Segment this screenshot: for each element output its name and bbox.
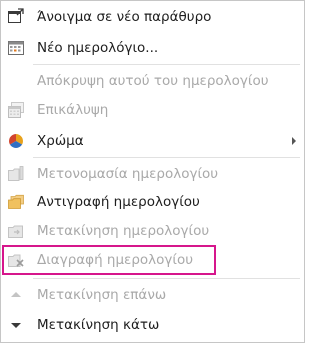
menu-item-label: Μετονομασία ημερολογίου — [37, 166, 219, 182]
menu-item-label: Μετακίνηση επάνω — [37, 287, 167, 303]
menu-item-label: Απόκρυψη αυτού του ημερολογίου — [37, 73, 269, 89]
color-pie-icon — [7, 132, 25, 150]
menu-item-label: Χρώμα — [37, 133, 84, 149]
menu-separator — [33, 64, 300, 65]
menu-separator — [33, 278, 300, 279]
submenu-arrow-icon — [292, 137, 296, 145]
menu-item-label: Αντιγραφή ημερολογίου — [37, 194, 200, 210]
highlight-box — [2, 245, 216, 275]
menu-item-label: Μετακίνηση κάτω — [37, 317, 160, 333]
copy-folder-icon — [7, 193, 25, 211]
menu-item-hide-calendar: Απόκρυψη αυτού του ημερολογίου — [1, 68, 304, 94]
menu-item-label: Νέο ημερολόγιο... — [37, 40, 159, 56]
new-window-icon — [7, 8, 25, 26]
overlay-icon — [7, 101, 25, 119]
calendar-context-menu: Άνοιγμα σε νέο παράθυρο Νέο ημερολόγιο..… — [0, 0, 305, 343]
menu-item-label: Επικάλυψη — [37, 102, 109, 118]
menu-item-label: Μετακίνηση ημερολογίου — [37, 223, 210, 239]
menu-item-label: Άνοιγμα σε νέο παράθυρο — [37, 9, 212, 25]
menu-separator — [33, 157, 300, 158]
menu-item-rename-calendar: Μετονομασία ημερολογίου — [1, 161, 304, 187]
new-calendar-icon — [7, 39, 25, 57]
move-down-icon — [7, 316, 25, 334]
menu-item-move-up: Μετακίνηση επάνω — [1, 282, 304, 308]
move-folder-icon — [7, 222, 25, 240]
menu-item-move-calendar: Μετακίνηση ημερολογίου — [1, 218, 304, 244]
move-up-icon — [7, 286, 25, 304]
menu-item-overlay: Επικάλυψη — [1, 97, 304, 123]
menu-item-copy-calendar[interactable]: Αντιγραφή ημερολογίου — [1, 189, 304, 215]
menu-item-open-new-window[interactable]: Άνοιγμα σε νέο παράθυρο — [1, 4, 304, 30]
menu-item-new-calendar[interactable]: Νέο ημερολόγιο... — [1, 35, 304, 61]
rename-folder-icon — [7, 165, 25, 183]
menu-item-move-down[interactable]: Μετακίνηση κάτω — [1, 312, 304, 338]
menu-item-color[interactable]: Χρώμα — [1, 128, 304, 154]
